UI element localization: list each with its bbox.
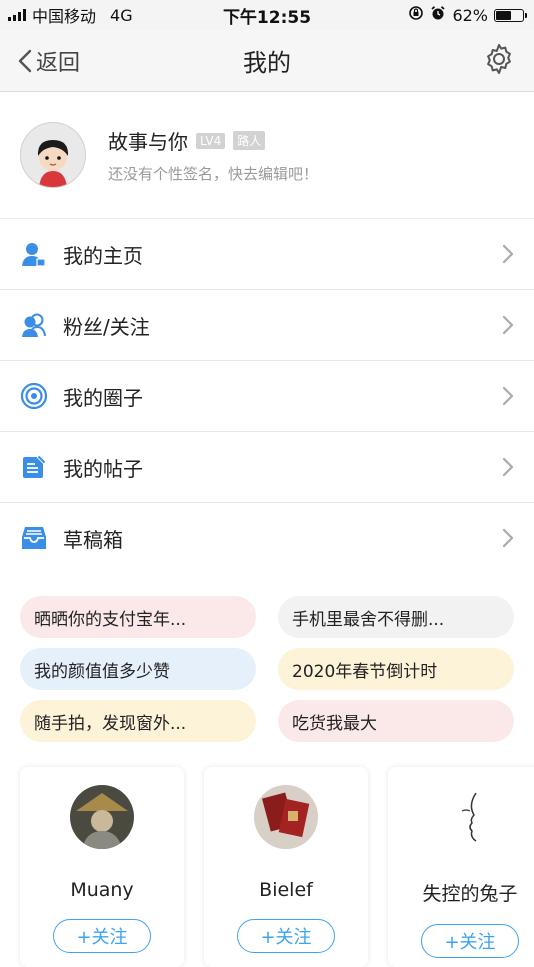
user-avatar[interactable] xyxy=(70,785,134,849)
drafts-tray-icon xyxy=(20,524,48,552)
carrier-label: 中国移动 xyxy=(32,7,97,26)
user-card[interactable]: Bielef +关注 xyxy=(204,767,368,967)
topic-chip[interactable]: 晒晒你的支付宝年... xyxy=(20,596,256,638)
topic-chips: 晒晒你的支付宝年... 手机里最舍不得删... 我的颜值值多少赞 2020年春节… xyxy=(0,573,534,742)
back-label: 返回 xyxy=(36,50,81,76)
topic-chip[interactable]: 吃货我最大 xyxy=(278,700,514,742)
chevron-right-icon xyxy=(502,528,514,548)
nav-bar: 返回 我的 xyxy=(0,30,534,92)
page-title: 我的 xyxy=(243,49,291,77)
battery-icon xyxy=(494,8,527,22)
network-label: 4G xyxy=(110,5,133,25)
followers-icon xyxy=(20,311,48,339)
menu-item-drafts[interactable]: 草稿箱 xyxy=(0,503,534,573)
menu-label: 草稿箱 xyxy=(63,527,123,552)
follow-button[interactable]: +关注 xyxy=(53,919,151,953)
avatar[interactable] xyxy=(20,122,86,188)
menu-label: 粉丝/关注 xyxy=(63,314,150,339)
menu-item-posts[interactable]: 我的帖子 xyxy=(0,432,534,503)
menu-label: 我的圈子 xyxy=(63,385,143,410)
follow-button[interactable]: +关注 xyxy=(237,919,335,953)
topic-chip[interactable]: 2020年春节倒计时 xyxy=(278,648,514,690)
user-name: Bielef xyxy=(259,879,313,901)
status-bar: 中国移动 4G 下午12:55 62% xyxy=(0,0,534,30)
menu-item-homepage[interactable]: 我的主页 xyxy=(0,219,534,290)
topic-chip[interactable]: 我的颜值值多少赞 xyxy=(20,648,256,690)
status-time: 下午12:55 xyxy=(222,7,312,28)
profile-header[interactable]: 故事与你 LV4 路人 还没有个性签名，快去编辑吧！ xyxy=(0,92,534,218)
topic-chip[interactable]: 随手拍，发现窗外... xyxy=(20,700,256,742)
user-card[interactable]: 失控的兔子 +关注 xyxy=(388,767,534,967)
signature-text[interactable]: 还没有个性签名，快去编辑吧！ xyxy=(108,163,318,184)
menu-item-followers[interactable]: 粉丝/关注 xyxy=(0,290,534,361)
gear-icon[interactable] xyxy=(482,42,516,80)
signal-icon xyxy=(8,9,26,21)
post-edit-icon xyxy=(20,453,48,481)
recommended-users: Muany +关注 Bielef +关注 失控的兔子 +关注 xyxy=(0,742,534,967)
circle-target-icon xyxy=(20,382,48,410)
menu-item-circles[interactable]: 我的圈子 xyxy=(0,361,534,432)
user-name: 故事与你 xyxy=(108,130,188,154)
back-button[interactable]: 返回 xyxy=(18,45,80,77)
chevron-right-icon xyxy=(502,386,514,406)
chevron-right-icon xyxy=(502,457,514,477)
menu-list: 我的主页 粉丝/关注 我的圈子 我的帖子 草稿箱 xyxy=(0,218,534,573)
chevron-left-icon xyxy=(18,49,32,72)
user-card[interactable]: Muany +关注 xyxy=(20,767,184,967)
battery-percent: 62% xyxy=(452,5,488,25)
chevron-right-icon xyxy=(502,315,514,335)
user-avatar[interactable] xyxy=(254,785,318,849)
user-avatar[interactable] xyxy=(438,785,502,849)
rank-badge: 路人 xyxy=(233,131,266,150)
user-name: 失控的兔子 xyxy=(422,883,518,905)
menu-label: 我的帖子 xyxy=(63,456,143,481)
follow-button[interactable]: +关注 xyxy=(421,924,519,958)
topic-chip[interactable]: 手机里最舍不得删... xyxy=(278,596,514,638)
menu-label: 我的主页 xyxy=(63,243,143,268)
chevron-right-icon xyxy=(502,244,514,264)
user-name: Muany xyxy=(70,879,134,901)
level-badge: LV4 xyxy=(196,132,226,149)
alarm-icon xyxy=(430,5,446,25)
rotation-lock-icon xyxy=(408,5,424,25)
user-home-icon xyxy=(20,240,48,268)
